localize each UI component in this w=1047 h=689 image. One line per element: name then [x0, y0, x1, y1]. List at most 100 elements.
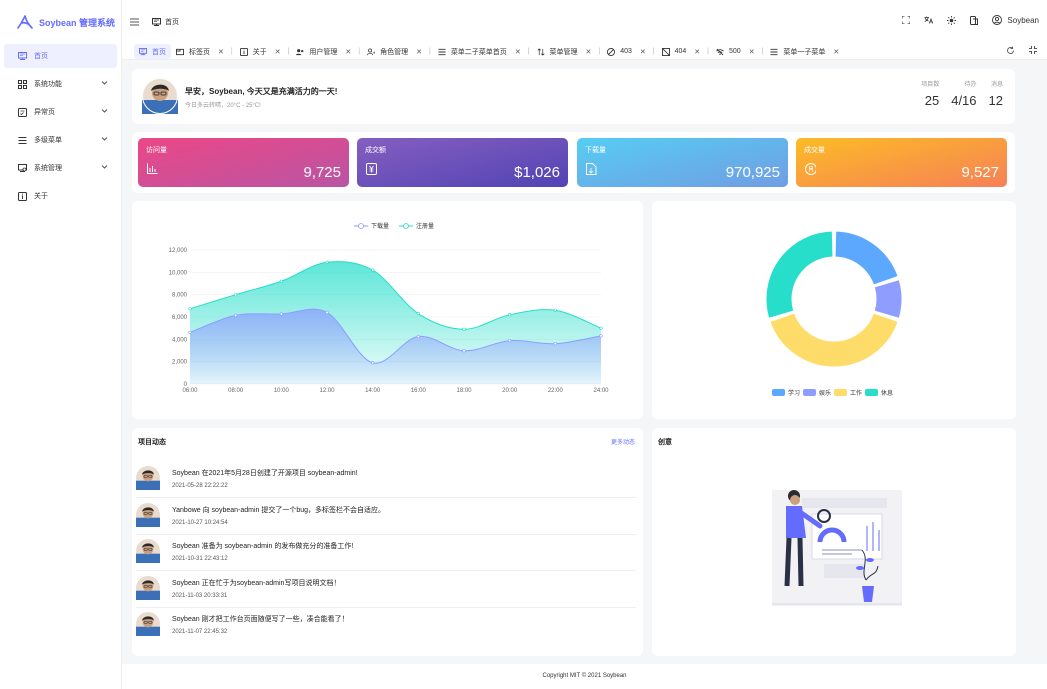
pie-slice[interactable]: [769, 312, 899, 368]
legend-item[interactable]: 休息: [865, 389, 893, 397]
close-icon[interactable]: ✕: [515, 48, 521, 56]
pie-slice[interactable]: [873, 279, 903, 319]
tab[interactable]: 菜单二子菜单首页 ✕: [433, 44, 526, 59]
tab[interactable]: 菜单一子菜单 ✕: [765, 44, 844, 59]
data-point[interactable]: [599, 334, 603, 338]
close-icon[interactable]: ✕: [833, 48, 839, 56]
stat-todo: 待办 4/16: [951, 79, 976, 108]
data-point[interactable]: [508, 313, 512, 317]
tab-separator: |: [761, 48, 764, 55]
close-icon[interactable]: ✕: [694, 48, 700, 56]
chevron-down-icon: [101, 109, 108, 113]
data-point[interactable]: [188, 330, 192, 334]
tab[interactable]: 菜单管理 ✕: [532, 44, 597, 59]
theme-config-icon[interactable]: [970, 15, 979, 25]
sidebar-item[interactable]: 关于: [4, 184, 117, 208]
data-point[interactable]: [599, 326, 603, 330]
creativity-illustration: [772, 490, 902, 606]
tab[interactable]: 标签页 ✕: [171, 44, 229, 59]
sidebar-item-label: 关于: [34, 193, 48, 200]
data-point[interactable]: [462, 349, 466, 353]
tab-label: 关于: [252, 48, 267, 56]
metric-value: 9,725: [303, 164, 341, 181]
tab[interactable]: 500 ✕: [711, 44, 760, 59]
tab[interactable]: 首页: [134, 44, 171, 59]
legend-item[interactable]: 注册量: [399, 222, 434, 230]
sort-icon: [536, 47, 545, 56]
metric-label: 访问量: [146, 147, 167, 154]
tabs-bar: 首页 标签页 ✕ | 关于 ✕ | 用户管理 ✕ | 角色管理 ✕ | 菜单二子菜单首页 ✕ | 菜单管理 ✕ | 4…: [122, 44, 1047, 60]
legend-item[interactable]: 下载量: [354, 222, 389, 230]
list-item: Soybean 准备为 soybean-admin 的发布做充分的准备工作! 2…: [136, 535, 636, 571]
data-point[interactable]: [188, 307, 192, 311]
pie-slice[interactable]: [765, 230, 834, 319]
fullscreen-icon[interactable]: [902, 16, 911, 24]
close-icon[interactable]: ✕: [275, 48, 281, 56]
tab-fullscreen-icon[interactable]: [1029, 46, 1037, 54]
data-point[interactable]: [416, 312, 420, 316]
close-icon[interactable]: ✕: [749, 48, 755, 56]
logo[interactable]: Soybean 管理系统: [0, 0, 121, 44]
sun-icon[interactable]: [947, 15, 957, 25]
news-content: Soybean 在2021年5月28日创建了开源项目 soybean-admin…: [172, 470, 358, 477]
language-icon[interactable]: [924, 16, 934, 24]
tab-label: 角色管理: [380, 48, 409, 56]
data-point[interactable]: [279, 312, 283, 316]
sidebar-item-icon: [18, 136, 27, 145]
tab-separator: |: [652, 48, 655, 55]
breadcrumb[interactable]: 首页: [152, 17, 179, 27]
close-icon[interactable]: ✕: [640, 48, 646, 56]
sidebar-item[interactable]: 首页: [4, 44, 117, 68]
news-time: 2021-10-27 10:24:54: [172, 519, 228, 526]
tab-separator: |: [598, 48, 601, 55]
data-point[interactable]: [325, 260, 329, 264]
footer: Copyright MIT © 2021 Soybean: [122, 664, 1047, 689]
tab[interactable]: 角色管理 ✕: [362, 44, 427, 59]
forbidden-icon: [607, 47, 616, 56]
close-icon[interactable]: ✕: [416, 48, 422, 56]
y-tick-label: 12,000: [169, 248, 188, 254]
y-tick-label: 2,000: [172, 360, 188, 366]
data-point[interactable]: [462, 327, 466, 331]
breadcrumb-label: 首页: [165, 19, 179, 26]
not-found-icon: [661, 47, 670, 56]
data-point[interactable]: [371, 268, 375, 272]
data-point[interactable]: [553, 342, 557, 346]
tab[interactable]: 用户管理 ✕: [291, 44, 356, 59]
data-point[interactable]: [234, 313, 238, 317]
user-dropdown[interactable]: Soybean: [992, 15, 1039, 25]
news-content: Yanbowe 向 soybean-admin 提交了一个bug，多标签栏不会自…: [172, 506, 386, 514]
legend-item[interactable]: 学习: [772, 389, 800, 397]
sidebar-item[interactable]: 系统管理: [4, 156, 117, 180]
menu-lines-icon: [438, 48, 446, 55]
metric-label: 成交量: [804, 147, 825, 154]
sidebar-item-icon: [18, 163, 27, 173]
close-icon[interactable]: ✕: [345, 48, 351, 56]
close-icon[interactable]: ✕: [586, 48, 592, 56]
data-point[interactable]: [279, 279, 283, 283]
tab[interactable]: 403 ✕: [602, 44, 651, 59]
welcome-stats: 项目数 25 待办 4/16 消息 12: [921, 79, 1003, 108]
data-point[interactable]: [325, 310, 329, 315]
legend-item[interactable]: 娱乐: [803, 389, 831, 397]
reload-icon[interactable]: [1006, 46, 1015, 55]
menu-collapse-icon[interactable]: [130, 18, 139, 26]
avatar: [142, 78, 178, 114]
sidebar-item[interactable]: 多级菜单: [4, 128, 117, 152]
data-point[interactable]: [234, 293, 238, 297]
data-point[interactable]: [371, 361, 375, 365]
close-icon[interactable]: ✕: [218, 48, 224, 56]
menu-lines-icon: [770, 48, 778, 55]
legend-item[interactable]: 工作: [834, 389, 862, 397]
data-point[interactable]: [416, 334, 420, 339]
tab[interactable]: 关于 ✕: [235, 44, 286, 59]
tab[interactable]: 404 ✕: [657, 44, 706, 59]
sidebar-item[interactable]: 系统功能: [4, 72, 117, 96]
sidebar: Soybean 管理系统 首页 系统功能 异常页 多级菜单 系统管理 关于: [0, 0, 122, 689]
data-point[interactable]: [553, 308, 557, 312]
sidebar-item[interactable]: 异常页: [4, 100, 117, 124]
more-news-link[interactable]: 更多动态: [611, 437, 635, 446]
pie-slice[interactable]: [834, 230, 899, 286]
data-point[interactable]: [508, 339, 512, 343]
line-chart: 02,0004,0006,0008,00010,00012,00006:00 08…: [169, 222, 610, 394]
